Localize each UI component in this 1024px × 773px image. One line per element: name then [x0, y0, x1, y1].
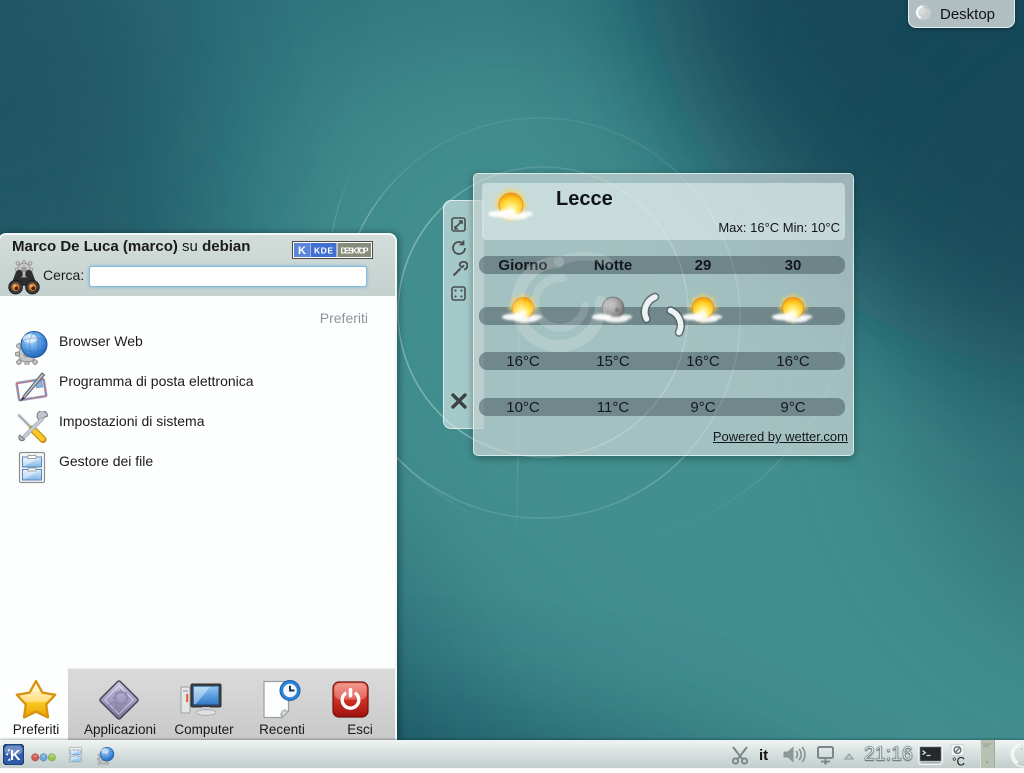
- svg-text:DESKTOP: DESKTOP: [341, 247, 370, 256]
- svg-text:K: K: [298, 245, 306, 257]
- svg-text:KDE: KDE: [314, 246, 333, 256]
- svg-text:K: K: [10, 748, 21, 764]
- svg-text:°C: °C: [952, 757, 965, 768]
